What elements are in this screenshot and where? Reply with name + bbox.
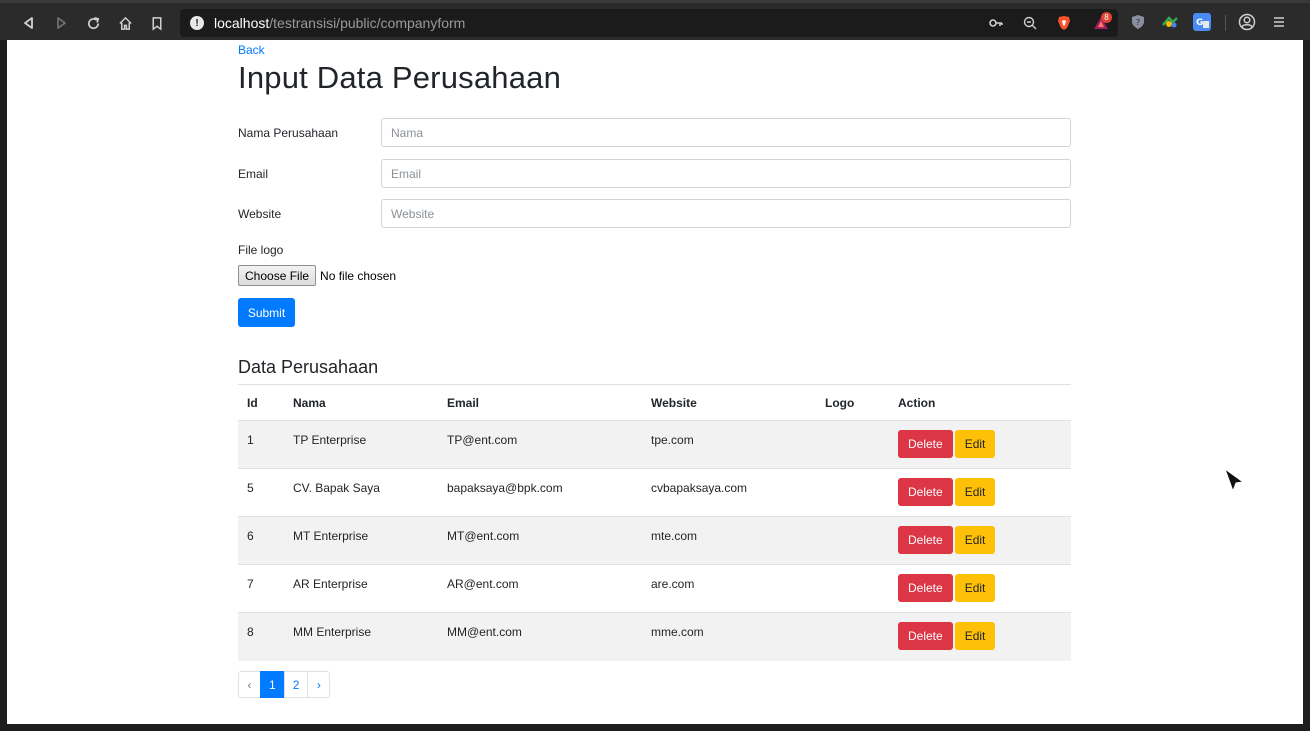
address-bar[interactable]: ! localhost/testransisi/public/companyfo…	[180, 9, 1118, 37]
table-row: 6 MT Enterprise MT@ent.com mte.com Delet…	[238, 516, 1071, 565]
cell-nama: MM Enterprise	[284, 612, 438, 661]
forward-arrow-icon[interactable]	[49, 11, 73, 35]
header-nama: Nama	[284, 384, 438, 421]
toolbar-divider	[1225, 15, 1226, 31]
page-viewport: Back Input Data Perusahaan Nama Perusaha…	[7, 40, 1303, 724]
delete-button[interactable]: Delete	[898, 622, 953, 650]
delete-button[interactable]: Delete	[898, 574, 953, 602]
pagination-next[interactable]: ›	[307, 671, 331, 698]
delete-button[interactable]: Delete	[898, 430, 953, 458]
email-input[interactable]	[381, 159, 1071, 188]
table-row: 8 MM Enterprise MM@ent.com mme.com Delet…	[238, 612, 1071, 661]
cell-email: MM@ent.com	[438, 612, 642, 661]
pagination-page-2[interactable]: 2	[283, 671, 309, 698]
edit-button[interactable]: Edit	[954, 478, 996, 506]
shield-extension-icon[interactable]: ?	[1129, 13, 1147, 31]
cell-action: Delete Edit	[889, 516, 1071, 565]
mouse-cursor-icon	[1223, 467, 1247, 498]
file-status-text: No file chosen	[320, 268, 397, 283]
cell-nama: CV. Bapak Saya	[284, 468, 438, 517]
cell-id: 5	[238, 468, 284, 517]
company-name-input[interactable]	[381, 118, 1071, 147]
home-icon[interactable]	[113, 11, 137, 35]
name-form-row: Nama Perusahaan	[238, 118, 1071, 147]
website-input[interactable]	[381, 199, 1071, 228]
page-title: Input Data Perusahaan	[238, 60, 562, 95]
header-website: Website	[642, 384, 816, 421]
profile-icon[interactable]	[1238, 13, 1256, 31]
cell-website: mme.com	[642, 612, 816, 661]
cell-logo	[816, 612, 889, 661]
site-info-icon[interactable]: !	[190, 16, 204, 30]
palette-extension-icon[interactable]	[1161, 13, 1179, 31]
email-label: Email	[238, 167, 269, 181]
edit-button[interactable]: Edit	[954, 574, 996, 602]
notification-badge: 8	[1101, 12, 1112, 23]
choose-file-button[interactable]: Choose File	[238, 265, 317, 286]
email-form-row: Email	[238, 159, 1071, 188]
edit-button[interactable]: Edit	[954, 430, 996, 458]
pagination-prev[interactable]: ‹	[238, 671, 261, 698]
company-table: Id Nama Email Website Logo Action 1 TP E…	[238, 384, 1071, 661]
table-header-row: Id Nama Email Website Logo Action	[238, 384, 1071, 421]
zoom-out-icon[interactable]	[1022, 15, 1038, 31]
cell-nama: MT Enterprise	[284, 516, 438, 565]
edit-button[interactable]: Edit	[954, 622, 996, 650]
cell-id: 8	[238, 612, 284, 661]
table-section-title: Data Perusahaan	[238, 357, 379, 377]
header-action: Action	[889, 384, 1071, 421]
cell-website: tpe.com	[642, 420, 816, 469]
cell-logo	[816, 420, 889, 469]
cell-action: Delete Edit	[889, 468, 1071, 517]
cell-website: cvbapaksaya.com	[642, 468, 816, 517]
cell-logo	[816, 468, 889, 517]
brave-rewards-icon[interactable]: 8	[1090, 12, 1112, 31]
browser-toolbar: ! localhost/testransisi/public/companyfo…	[0, 0, 1310, 40]
menu-icon[interactable]	[1270, 13, 1288, 31]
website-label: Website	[238, 207, 282, 221]
website-form-row: Website	[238, 199, 1071, 228]
file-input: Choose File No file chosen	[238, 265, 396, 286]
reload-icon[interactable]	[81, 11, 105, 35]
table-row: 5 CV. Bapak Saya bapaksaya@bpk.com cvbap…	[238, 468, 1071, 517]
delete-button[interactable]: Delete	[898, 478, 953, 506]
header-logo: Logo	[816, 384, 889, 421]
cell-action: Delete Edit	[889, 564, 1071, 613]
cell-nama: TP Enterprise	[284, 420, 438, 469]
cell-email: MT@ent.com	[438, 516, 642, 565]
name-label: Nama Perusahaan	[238, 126, 339, 140]
cell-email: bapaksaya@bpk.com	[438, 468, 642, 517]
submit-button[interactable]: Submit	[238, 298, 295, 327]
brave-shield-icon[interactable]	[1056, 15, 1072, 31]
cell-logo	[816, 564, 889, 613]
cell-id: 6	[238, 516, 284, 565]
back-link[interactable]: Back	[238, 43, 265, 57]
file-logo-label: File logo	[238, 243, 284, 257]
bookmark-icon[interactable]	[145, 11, 169, 35]
edit-button[interactable]: Edit	[954, 526, 996, 554]
translate-extension-icon[interactable]: G	[1193, 13, 1211, 31]
delete-button[interactable]: Delete	[898, 526, 953, 554]
pagination-page-1[interactable]: 1	[260, 671, 285, 698]
header-id: Id	[238, 384, 284, 421]
table-row: 1 TP Enterprise TP@ent.com tpe.com Delet…	[238, 420, 1071, 469]
cell-email: TP@ent.com	[438, 420, 642, 469]
cell-website: are.com	[642, 564, 816, 613]
header-email: Email	[438, 384, 642, 421]
cell-action: Delete Edit	[889, 420, 1071, 469]
pagination: ‹ 1 2 ›	[238, 671, 331, 698]
table-row: 7 AR Enterprise AR@ent.com are.com Delet…	[238, 564, 1071, 613]
cell-logo	[816, 516, 889, 565]
cell-action: Delete Edit	[889, 612, 1071, 661]
cell-id: 7	[238, 564, 284, 613]
cell-website: mte.com	[642, 516, 816, 565]
back-arrow-icon[interactable]	[17, 11, 41, 35]
svg-text:?: ?	[1136, 18, 1140, 27]
key-icon[interactable]	[988, 15, 1004, 31]
cell-email: AR@ent.com	[438, 564, 642, 613]
cell-nama: AR Enterprise	[284, 564, 438, 613]
url-text[interactable]: localhost/testransisi/public/companyform	[214, 15, 465, 31]
svg-text:G: G	[1196, 18, 1203, 28]
cell-id: 1	[238, 420, 284, 469]
